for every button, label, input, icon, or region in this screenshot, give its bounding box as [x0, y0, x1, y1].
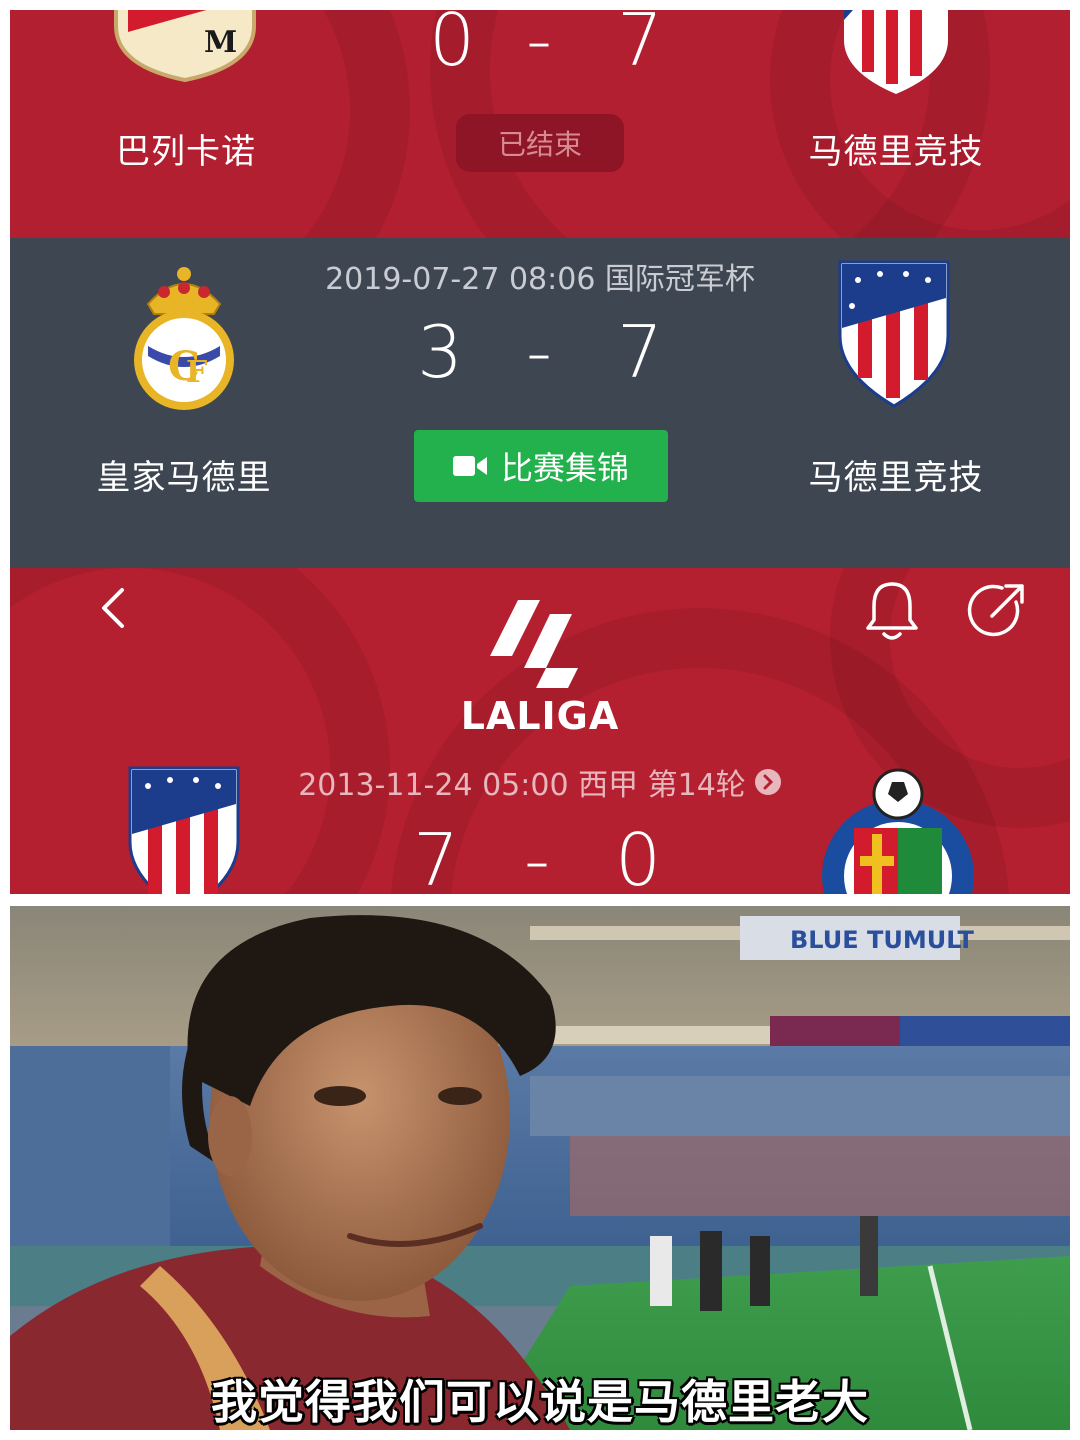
chevron-right-icon [754, 769, 781, 795]
share-icon[interactable] [966, 580, 1028, 642]
score-separator: - [526, 310, 552, 394]
stadium-photo: BLUE TUMULT [10, 906, 1070, 1430]
video-still: BLUE TUMULT 我觉得我们可以说是马德里老大 [10, 906, 1070, 1430]
highlights-button[interactable]: 比赛集锦 [414, 430, 668, 502]
laliga-logo-text: LALIGA [460, 694, 620, 738]
friendly-match-card: 2019-07-27 08:06 国际冠军杯 C F 3 - 7 皇家马德里 比… [10, 238, 1070, 568]
away-score: 7 [617, 310, 663, 394]
away-team-name[interactable]: 马德里竞技 [766, 450, 1026, 499]
match-meta: 2019-07-27 08:06 国际冠军杯 [325, 262, 755, 297]
banner-text: BLUE TUMULT [790, 926, 975, 954]
home-score: 0 [429, 10, 475, 82]
back-icon[interactable] [96, 586, 130, 630]
atletico-madrid-crest-icon [844, 10, 948, 94]
highlights-label: 比赛集锦 [500, 449, 629, 487]
home-team-name[interactable]: 巴列卡诺 [56, 124, 316, 173]
score-separator: - [526, 10, 552, 82]
home-score: 7 [413, 818, 459, 894]
away-score: 7 [617, 10, 663, 82]
home-team-name[interactable]: 皇家马德里 [54, 450, 314, 499]
video-subtitle: 我觉得我们可以说是马德里老大 [211, 1375, 869, 1429]
away-team-name[interactable]: 马德里竞技 [766, 124, 1026, 173]
match-meta: 2013-11-24 05:00 西甲 第14轮 [298, 768, 746, 803]
score-separator: - [524, 818, 550, 894]
video-camera-icon [452, 456, 487, 476]
match-status-badge: 已结束 [456, 114, 624, 172]
home-score: 3 [417, 310, 463, 394]
svg-text:F: F [186, 355, 207, 390]
match-meta-row[interactable]: 2013-11-24 05:00 西甲 第14轮 [290, 760, 790, 804]
finished-match-card: M 0 - 7 巴列卡诺 已结束 马德里竞技 [10, 10, 1070, 238]
league-match-card: LALIGA 2013-11-24 05:00 西甲 第14轮 7 - 0 [10, 568, 1070, 894]
real-madrid-crest-icon: C F [134, 267, 234, 410]
rayo-vallecano-crest-icon: M [114, 10, 256, 82]
bell-icon[interactable] [864, 580, 920, 642]
away-score: 0 [615, 818, 661, 894]
atletico-madrid-crest-icon [128, 766, 240, 894]
atletico-madrid-crest-icon [838, 260, 950, 408]
getafe-crest-icon [822, 768, 974, 894]
svg-text:M: M [204, 25, 237, 60]
laliga-logo-icon [490, 600, 578, 688]
